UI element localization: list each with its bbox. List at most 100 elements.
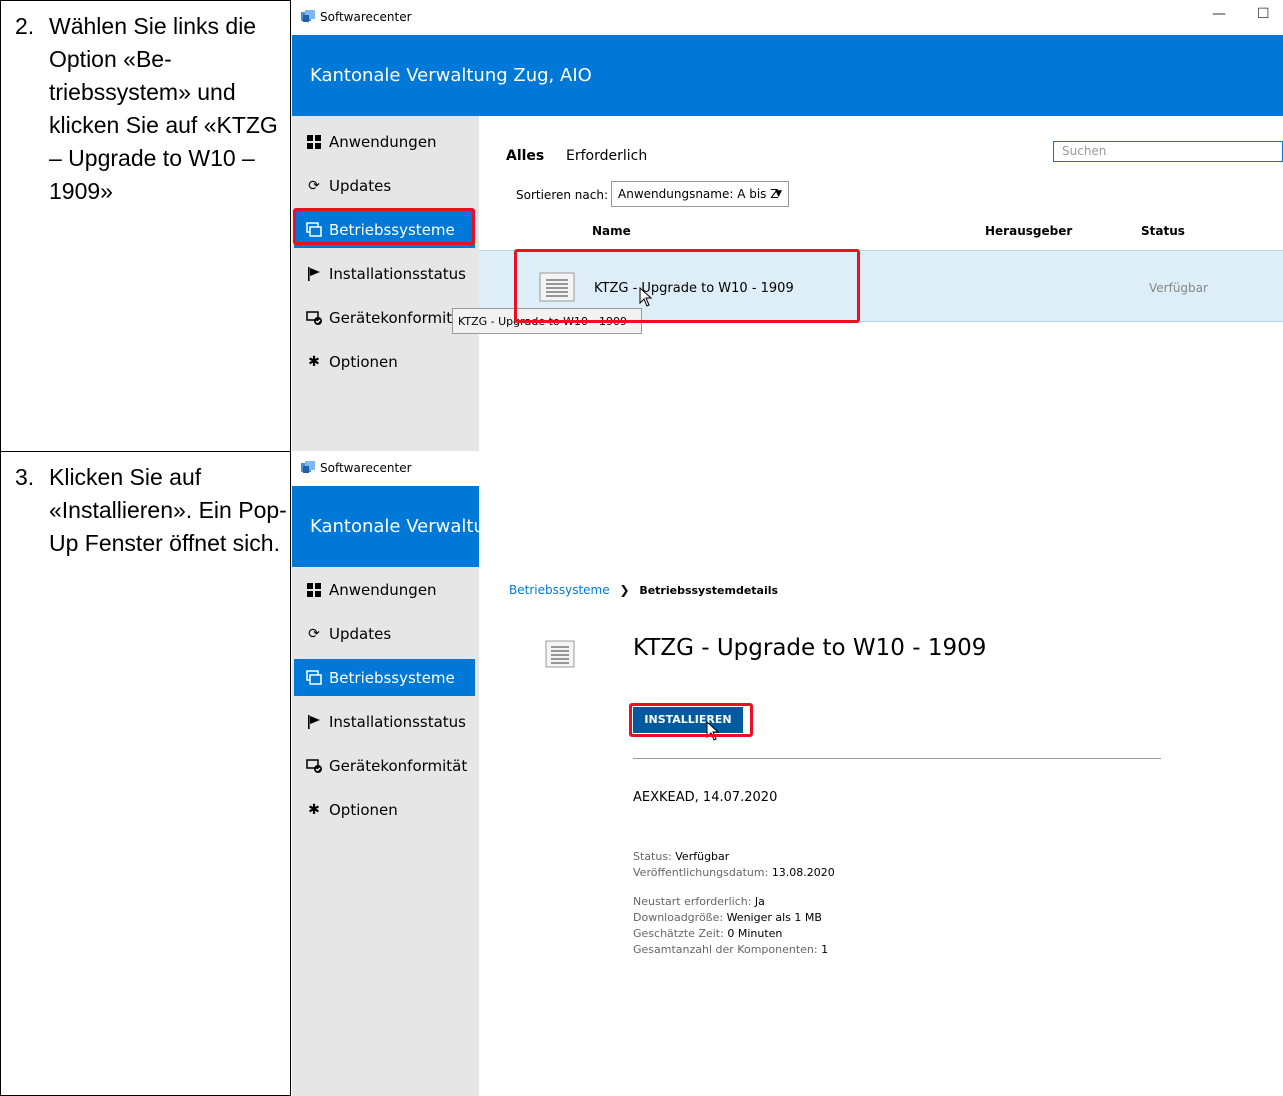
- published-value: 13.08.2020: [771, 866, 835, 879]
- window-titlebar: Softwarecenter — ☐: [292, 0, 1283, 35]
- organization-name: Kantonale Verwaltung Zug, AIO: [310, 65, 592, 86]
- time-label: Geschätzte Zeit:: [633, 927, 724, 940]
- published-line: Veröffentlichungsdatum: 13.08.2020: [633, 865, 835, 881]
- tab-erforderlich[interactable]: Erforderlich: [566, 148, 647, 164]
- nav-updates[interactable]: ⟳ Updates: [294, 615, 475, 652]
- nav-label: Updates: [329, 624, 392, 643]
- components-label: Gesamtanzahl der Komponenten:: [633, 943, 818, 956]
- download-value: Weniger als 1 MB: [726, 911, 822, 924]
- nav-installationsstatus[interactable]: Installationsstatus: [294, 255, 475, 292]
- nav-label: Gerätekonformität: [329, 308, 468, 327]
- instruction-text: 3. Klicken Sie auf «Installieren». Ein P…: [15, 461, 289, 560]
- tooltip: KTZG - Upgrade to W10 - 1909: [452, 308, 642, 334]
- nav-label: Optionen: [329, 800, 398, 819]
- breadcrumb-link[interactable]: Betriebssysteme: [509, 583, 610, 597]
- maximize-button[interactable]: ☐: [1257, 6, 1270, 22]
- refresh-icon: ⟳: [308, 177, 320, 194]
- nav-betriebssysteme[interactable]: Betriebssysteme: [294, 211, 475, 248]
- published-label: Veröffentlichungsdatum:: [633, 866, 769, 879]
- grid-icon: [307, 582, 321, 597]
- list-content: Alles Erforderlich Suchen Sortieren nach…: [479, 116, 1283, 451]
- nav-updates[interactable]: ⟳ Updates: [294, 167, 475, 204]
- detail-title: KTZG - Upgrade to W10 - 1909: [633, 635, 987, 661]
- time-value: 0 Minuten: [727, 927, 783, 940]
- sort-value: Anwendungsname: A bis Z: [618, 187, 779, 201]
- gear-icon: ✱: [308, 353, 320, 370]
- step-number: 3.: [15, 464, 35, 490]
- install-button[interactable]: INSTALLIEREN: [633, 707, 743, 733]
- screenshot-detail-view: Softwarecenter — ☐ Kantonale Verwaltung …: [292, 451, 1283, 1096]
- windows-stack-icon: [306, 669, 322, 685]
- status-meta: Status: Verfügbar Veröffentlichungsdatum…: [633, 849, 835, 881]
- components-line: Gesamtanzahl der Komponenten: 1: [633, 942, 828, 958]
- chevron-right-icon: ❯: [619, 583, 630, 597]
- breadcrumb-current: Betriebssystemdetails: [639, 584, 779, 597]
- nav-label: Betriebssysteme: [329, 220, 455, 239]
- nav-installationsstatus[interactable]: Installationsstatus: [294, 703, 475, 740]
- column-header-publisher[interactable]: Herausgeber: [985, 224, 1072, 238]
- status-label: Status:: [633, 850, 672, 863]
- nav-label: Installationsstatus: [329, 264, 466, 283]
- divider: [633, 758, 1161, 759]
- chevron-down-icon: ▼: [775, 189, 782, 199]
- nav-geraetekonformitaet[interactable]: Gerätekonformität: [294, 747, 475, 784]
- sort-dropdown[interactable]: Anwendungsname: A bis Z ▼: [611, 181, 789, 207]
- mouse-cursor-icon: [639, 287, 653, 307]
- status-line: Status: Verfügbar: [633, 849, 835, 865]
- instruction-table: 2. Wählen Sie links die Option «Be-trieb…: [0, 0, 1283, 1096]
- nav-label: Betriebssysteme: [329, 668, 455, 687]
- step-text: Wählen Sie links die Option «Be-triebssy…: [49, 13, 278, 204]
- nav-optionen[interactable]: ✱ Optionen: [294, 343, 475, 380]
- gear-icon: ✱: [308, 801, 320, 818]
- column-header-status[interactable]: Status: [1141, 224, 1185, 238]
- flag-icon: [308, 714, 320, 729]
- nav-betriebssysteme[interactable]: Betriebssysteme: [294, 659, 475, 696]
- nav-label: Anwendungen: [329, 580, 437, 599]
- grid-icon: [307, 134, 321, 149]
- instruction-text: 2. Wählen Sie links die Option «Be-trieb…: [15, 10, 289, 208]
- status-value: Verfügbar: [675, 850, 730, 863]
- screenshot-list-view: Softwarecenter — ☐ Kantonale Verwaltung …: [292, 0, 1283, 451]
- instruction-cell: 2. Wählen Sie links die Option «Be-trieb…: [0, 0, 291, 451]
- detail-content: Betriebssysteme ❯ Betriebssystemdetails …: [479, 451, 1283, 1096]
- nav-label: Gerätekonformität: [329, 756, 468, 775]
- instruction-cell: 3. Klicken Sie auf «Installieren». Ein P…: [0, 451, 291, 1096]
- nav-anwendungen[interactable]: Anwendungen: [294, 571, 475, 608]
- sidebar: Anwendungen ⟳ Updates Betriebssysteme In…: [292, 567, 479, 1096]
- tab-alles[interactable]: Alles: [506, 148, 544, 164]
- step-row-3: 3. Klicken Sie auf «Installieren». Ein P…: [0, 451, 1283, 1096]
- download-line: Downloadgröße: Weniger als 1 MB: [633, 910, 828, 926]
- restart-value: Ja: [754, 895, 765, 908]
- device-check-icon: [306, 758, 322, 773]
- breadcrumb: Betriebssysteme ❯ Betriebssystemdetails: [509, 583, 778, 597]
- time-line: Geschätzte Zeit: 0 Minuten: [633, 926, 828, 942]
- search-input[interactable]: Suchen: [1053, 141, 1283, 162]
- nav-optionen[interactable]: ✱ Optionen: [294, 791, 475, 828]
- mouse-cursor-icon: [706, 721, 720, 741]
- os-package-icon: [545, 640, 575, 668]
- install-meta: Neustart erforderlich: Ja Downloadgröße:…: [633, 894, 828, 958]
- minimize-button[interactable]: —: [1212, 6, 1226, 22]
- restart-line: Neustart erforderlich: Ja: [633, 894, 828, 910]
- os-package-icon: [539, 272, 575, 302]
- column-header-name[interactable]: Name: [592, 224, 631, 238]
- window-title: Softwarecenter: [320, 461, 412, 475]
- sort-label: Sortieren nach:: [516, 188, 608, 202]
- download-label: Downloadgröße:: [633, 911, 724, 924]
- nav-label: Anwendungen: [329, 132, 437, 151]
- windows-stack-icon: [306, 221, 322, 237]
- publisher-date: AEXKEAD, 14.07.2020: [633, 790, 778, 805]
- app-name: KTZG - Upgrade to W10 - 1909: [594, 281, 794, 296]
- org-header: Kantonale Verwaltung Zug, AIO: [292, 35, 1283, 116]
- step-number: 2.: [15, 13, 35, 39]
- nav-geraetekonformitaet[interactable]: Gerätekonformität: [294, 299, 475, 336]
- nav-label: Optionen: [329, 352, 398, 371]
- step-text: Klicken Sie auf «Installieren». Ein Pop-…: [49, 464, 287, 556]
- window-title: Softwarecenter: [320, 10, 412, 24]
- software-center-icon: [301, 10, 315, 22]
- step-row-2: 2. Wählen Sie links die Option «Be-trieb…: [0, 0, 1283, 451]
- restart-label: Neustart erforderlich:: [633, 895, 752, 908]
- refresh-icon: ⟳: [308, 625, 320, 642]
- nav-anwendungen[interactable]: Anwendungen: [294, 123, 475, 160]
- components-value: 1: [821, 943, 829, 956]
